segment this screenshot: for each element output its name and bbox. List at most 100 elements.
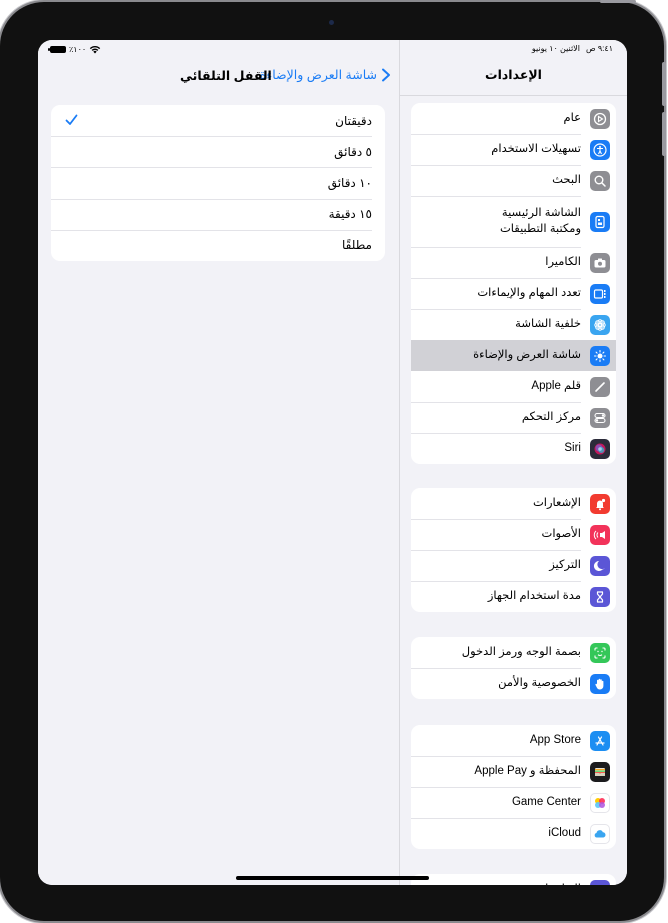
sidebar-item-label: التركيز bbox=[549, 558, 581, 571]
focus-moon-icon bbox=[590, 555, 610, 576]
sidebar-item-label: الخصوصية والأمن bbox=[498, 676, 581, 689]
option-row[interactable]: دقيقتان bbox=[51, 105, 385, 136]
screen-time-icon bbox=[590, 586, 610, 607]
option-row[interactable]: ١٠ دقائق bbox=[51, 167, 385, 198]
sidebar-item-label: تسهيلات الاستخدام bbox=[491, 142, 581, 155]
face-id-icon bbox=[590, 642, 610, 663]
option-row[interactable]: مطلقًا bbox=[51, 229, 385, 261]
home-indicator[interactable] bbox=[236, 876, 429, 880]
sidebar-item-game-center[interactable]: Game Center bbox=[411, 787, 616, 818]
chevron-back-icon bbox=[382, 68, 390, 81]
siri-icon bbox=[590, 438, 610, 459]
wallpaper-icon bbox=[590, 314, 610, 335]
divider bbox=[400, 95, 627, 96]
label-line-2: ومكتبة التطبيقات bbox=[499, 222, 581, 235]
sidebar-item-focus[interactable]: التركيز bbox=[411, 550, 616, 581]
status-bar-left: ٪١٠٠ bbox=[48, 45, 101, 54]
back-button[interactable]: شاشة العرض والإضاءة bbox=[260, 67, 391, 82]
option-label: ١٥ دقيقة bbox=[328, 207, 372, 222]
sidebar-item-siri[interactable]: Siri bbox=[411, 433, 616, 464]
auto-lock-options: دقيقتان ٥ دقائق ١٠ دقائق ١٥ دقيقة مطلقًا bbox=[51, 105, 385, 261]
sidebar-item-label: البحث bbox=[552, 173, 581, 186]
camera-icon bbox=[590, 252, 610, 273]
sidebar-item-camera[interactable]: الكاميرا bbox=[411, 247, 616, 278]
settings-group-2: الإشعارات الأصوات التركيز مدة استخدام ال… bbox=[411, 488, 616, 612]
battery-percent: ٪١٠٠ bbox=[69, 45, 87, 54]
brightness-icon bbox=[590, 345, 610, 366]
sidebar-item-label: شاشة العرض والإضاءة bbox=[473, 348, 581, 361]
sidebar-item-label: Game Center bbox=[511, 795, 581, 808]
sidebar-item-label: App Store bbox=[529, 733, 581, 746]
volume-up-button bbox=[662, 62, 666, 106]
sidebar-item-screen-time[interactable]: مدة استخدام الجهاز bbox=[411, 581, 616, 612]
gear-icon bbox=[590, 108, 610, 129]
option-label: ٥ دقائق bbox=[334, 144, 372, 159]
sidebar-item-wallet[interactable]: المحفظة و Apple Pay bbox=[411, 756, 616, 787]
front-camera bbox=[329, 20, 334, 25]
sidebar-item-label: مركز التحكم bbox=[521, 410, 581, 423]
settings-group-3: بصمة الوجه ورمز الدخول الخصوصية والأمن bbox=[411, 637, 616, 699]
settings-group-1: عام تسهيلات الاستخدام البحث الشاشة الرئي… bbox=[411, 103, 616, 464]
sidebar-item-wallpaper[interactable]: خلفية الشاشة bbox=[411, 309, 616, 340]
accessibility-icon bbox=[590, 139, 610, 160]
sidebar-item-multitasking[interactable]: تعدد المهام والإيماءات bbox=[411, 278, 616, 309]
sidebar-item-label: خلفية الشاشة bbox=[515, 317, 581, 330]
sidebar-item-privacy[interactable]: الخصوصية والأمن bbox=[411, 668, 616, 699]
checkmark-icon bbox=[65, 114, 78, 125]
sidebar-title: الإعدادات bbox=[485, 68, 542, 82]
sidebar-item-sounds[interactable]: الأصوات bbox=[411, 519, 616, 550]
sidebar-item-label: المحفظة و Apple Pay bbox=[474, 764, 581, 777]
sidebar-item-apple-pencil[interactable]: قلم Apple bbox=[411, 371, 616, 402]
sidebar-item-label: تعدد المهام والإيماءات bbox=[477, 286, 581, 299]
home-screen-icon bbox=[590, 211, 610, 232]
privacy-hand-icon bbox=[590, 673, 610, 694]
app-store-icon bbox=[590, 730, 610, 751]
settings-sidebar: ٩:٤١ ص الاثنين ١٠ يونيو الإعدادات عام تس… bbox=[399, 40, 627, 885]
status-time: ٩:٤١ ص bbox=[585, 44, 613, 53]
sidebar-item-icloud[interactable]: iCloud bbox=[411, 818, 616, 849]
option-row[interactable]: ١٥ دقيقة bbox=[51, 198, 385, 230]
control-center-icon bbox=[590, 407, 610, 428]
option-row[interactable]: ٥ دقائق bbox=[51, 136, 385, 167]
game-center-icon bbox=[590, 792, 610, 813]
status-date: الاثنين ١٠ يونيو bbox=[531, 44, 580, 53]
label-line-1: الشاشة الرئيسية bbox=[501, 206, 581, 219]
apps-icon bbox=[590, 879, 610, 885]
icloud-icon bbox=[590, 823, 610, 844]
back-label: شاشة العرض والإضاءة bbox=[259, 68, 377, 82]
sidebar-item-label: الأصوات bbox=[541, 527, 581, 540]
multitasking-icon bbox=[590, 283, 610, 304]
sidebar-item-label: قلم Apple bbox=[531, 379, 581, 392]
sidebar-item-search[interactable]: البحث bbox=[411, 165, 616, 196]
detail-pane: ٪١٠٠ شاشة العرض والإضاءة القفل التلقائي … bbox=[38, 40, 399, 885]
sidebar-item-general[interactable]: عام bbox=[411, 103, 616, 134]
sidebar-item-face-id[interactable]: بصمة الوجه ورمز الدخول bbox=[411, 637, 616, 668]
option-label: مطلقًا bbox=[342, 238, 372, 253]
sidebar-item-control-center[interactable]: مركز التحكم bbox=[411, 402, 616, 433]
sidebar-item-notifications[interactable]: الإشعارات bbox=[411, 488, 616, 519]
sidebar-item-label: Siri bbox=[564, 441, 581, 454]
sidebar-item-label: الشاشة الرئيسية ومكتبة التطبيقات bbox=[500, 206, 581, 237]
sidebar-item-label: عام bbox=[563, 111, 582, 124]
sounds-icon bbox=[590, 524, 610, 545]
sidebar-item-label: بصمة الوجه ورمز الدخول bbox=[461, 645, 581, 658]
settings-group-5: التطبيقات bbox=[411, 874, 616, 885]
status-bar-right: ٩:٤١ ص الاثنين ١٠ يونيو bbox=[532, 44, 613, 53]
volume-down-button bbox=[662, 112, 666, 156]
search-icon bbox=[590, 170, 610, 191]
settings-group-4: App Store المحفظة و Apple Pay Game Cente… bbox=[411, 725, 616, 849]
pencil-icon bbox=[590, 376, 610, 397]
option-label: دقيقتان bbox=[335, 113, 372, 128]
sidebar-item-label: الكاميرا bbox=[545, 255, 581, 268]
option-label: ١٠ دقائق bbox=[327, 175, 372, 190]
detail-nav-bar: شاشة العرض والإضاءة القفل التلقائي bbox=[38, 62, 399, 90]
sidebar-item-home-screen[interactable]: الشاشة الرئيسية ومكتبة التطبيقات bbox=[411, 196, 616, 247]
sidebar-item-apps[interactable]: التطبيقات bbox=[411, 874, 616, 885]
sidebar-item-display-brightness[interactable]: شاشة العرض والإضاءة bbox=[411, 340, 616, 371]
sidebar-item-label: مدة استخدام الجهاز bbox=[487, 589, 581, 602]
sidebar-item-app-store[interactable]: App Store bbox=[411, 725, 616, 756]
sidebar-item-label: iCloud bbox=[548, 826, 581, 839]
sidebar-item-accessibility[interactable]: تسهيلات الاستخدام bbox=[411, 134, 616, 165]
sidebar-item-label: الإشعارات bbox=[532, 496, 581, 509]
wallet-icon bbox=[590, 761, 610, 782]
